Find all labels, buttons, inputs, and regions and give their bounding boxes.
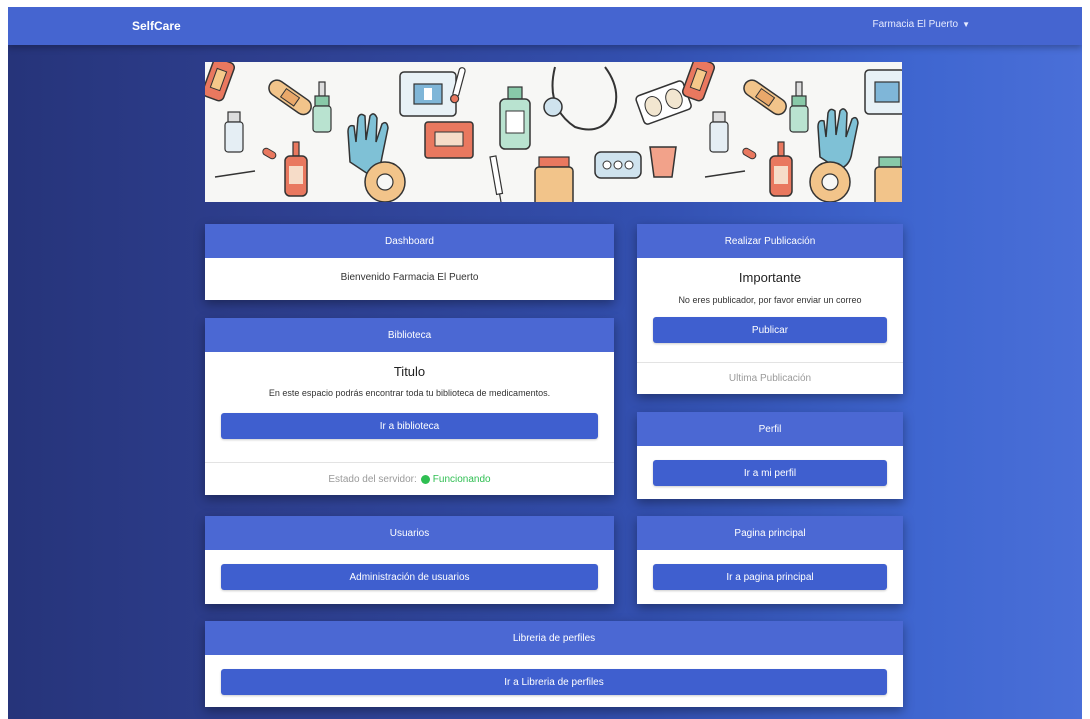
biblioteca-description: En este espacio podrás encontrar toda tu…	[268, 388, 551, 398]
go-to-biblioteca-button[interactable]: Ir a biblioteca	[221, 413, 598, 439]
last-publication-link[interactable]: Ultima Publicación	[637, 362, 903, 394]
go-to-perfil-button[interactable]: Ir a mi perfil	[653, 460, 887, 486]
pill-tray-icon	[594, 151, 642, 179]
publicacion-card-header: Realizar Publicación	[637, 224, 903, 258]
medical-banner	[205, 62, 902, 202]
welcome-message: Bienvenido Farmacia El Puerto	[340, 272, 479, 283]
first-aid-kit-icon	[864, 69, 902, 115]
publicacion-notice: No eres publicador, por favor enviar un …	[678, 295, 862, 305]
pill-bottle-icon	[224, 111, 244, 153]
first-aid-kit-icon	[399, 71, 457, 117]
navbar: SelfCare Farmacia El Puerto ▼	[8, 7, 1082, 45]
server-status: Estado del servidor: Funcionando	[205, 462, 614, 495]
go-to-main-page-button[interactable]: Ir a pagina principal	[653, 564, 887, 590]
tape-roll-icon	[364, 161, 406, 202]
medicine-box-icon	[424, 121, 474, 159]
server-status-label: Estado del servidor:	[328, 473, 417, 485]
pill-bottle-icon	[709, 111, 729, 153]
dashboard-card-header: Dashboard	[205, 224, 614, 258]
last-publication-label: Ultima Publicación	[728, 373, 812, 384]
perfil-card: Perfil Ir a mi perfil	[637, 412, 903, 499]
medicine-bottle-icon	[534, 156, 574, 202]
usuarios-card-header: Usuarios	[205, 516, 614, 550]
user-menu-dropdown[interactable]: Farmacia El Puerto ▼	[872, 19, 970, 30]
measuring-cup-icon	[649, 146, 677, 178]
status-dot-icon	[420, 474, 430, 484]
pagina-principal-card: Pagina principal Ir a pagina principal	[637, 516, 903, 604]
usuarios-card: Usuarios Administración de usuarios	[205, 516, 614, 604]
app-window: SelfCare Farmacia El Puerto ▼ Dashboard …	[8, 7, 1082, 719]
medical-pattern-illustration	[205, 62, 902, 202]
user-menu-label: Farmacia El Puerto	[872, 19, 959, 30]
libreria-perfiles-card: Libreria de perfiles Ir a Libreria de pe…	[205, 621, 903, 707]
caret-down-icon: ▼	[962, 20, 970, 29]
server-status-value: Funcionando	[432, 473, 491, 485]
medicine-bottle-icon	[874, 156, 902, 202]
perfil-card-header: Perfil	[637, 412, 903, 446]
biblioteca-card: Biblioteca Titulo En este espacio podrás…	[205, 318, 614, 495]
go-to-profile-library-button[interactable]: Ir a Libreria de perfiles	[221, 669, 887, 695]
publicar-button[interactable]: Publicar	[653, 317, 887, 343]
biblioteca-card-header: Biblioteca	[205, 318, 614, 352]
libreria-perfiles-card-header: Libreria de perfiles	[205, 621, 903, 655]
publicacion-card: Realizar Publicación Importante No eres …	[637, 224, 903, 394]
publicacion-title: Importante	[738, 270, 802, 285]
tape-roll-icon	[809, 161, 851, 202]
pagina-principal-card-header: Pagina principal	[637, 516, 903, 550]
biblioteca-title: Titulo	[393, 364, 426, 379]
dashboard-card: Dashboard Bienvenido Farmacia El Puerto	[205, 224, 614, 300]
user-admin-button[interactable]: Administración de usuarios	[221, 564, 598, 590]
brand-logo[interactable]: SelfCare	[132, 19, 181, 33]
